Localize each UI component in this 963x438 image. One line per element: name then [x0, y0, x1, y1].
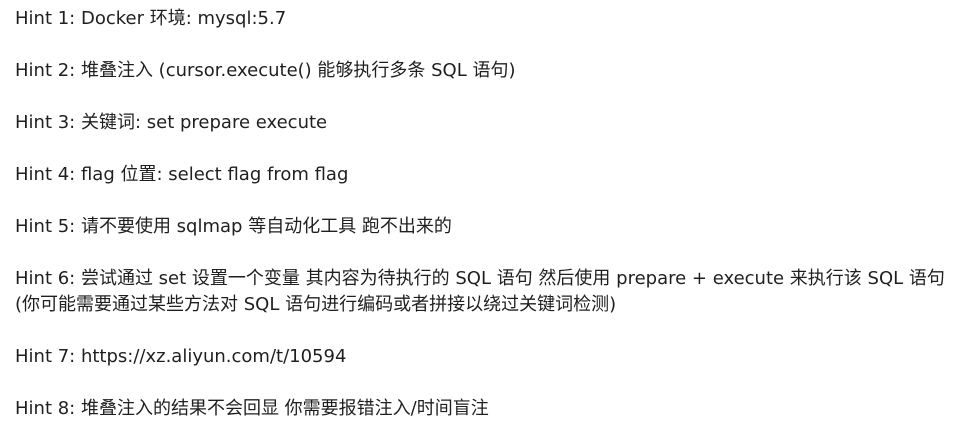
hint-1: Hint 1: Docker 环境: mysql:5.7 [15, 8, 287, 29]
hint-2: Hint 2: 堆叠注入 (cursor.execute() 能够执行多条 SQ… [15, 60, 516, 81]
hint-5: Hint 5: 请不要使用 sqlmap 等自动化工具 跑不出来的 [15, 216, 452, 237]
hint-8: Hint 8: 堆叠注入的结果不会回显 你需要报错注入/时间盲注 [15, 398, 489, 419]
hint-6: Hint 6: 尝试通过 set 设置一个变量 其内容为待执行的 SQL 语句 … [15, 268, 945, 315]
hint-list: Hint 1: Docker 环境: mysql:5.7 Hint 2: 堆叠注… [15, 6, 945, 422]
hint-4: Hint 4: flag 位置: select flag from flag [15, 164, 349, 185]
hint-7: Hint 7: https://xz.aliyun.com/t/10594 [15, 346, 347, 367]
hint-3: Hint 3: 关键词: set prepare execute [15, 112, 328, 133]
